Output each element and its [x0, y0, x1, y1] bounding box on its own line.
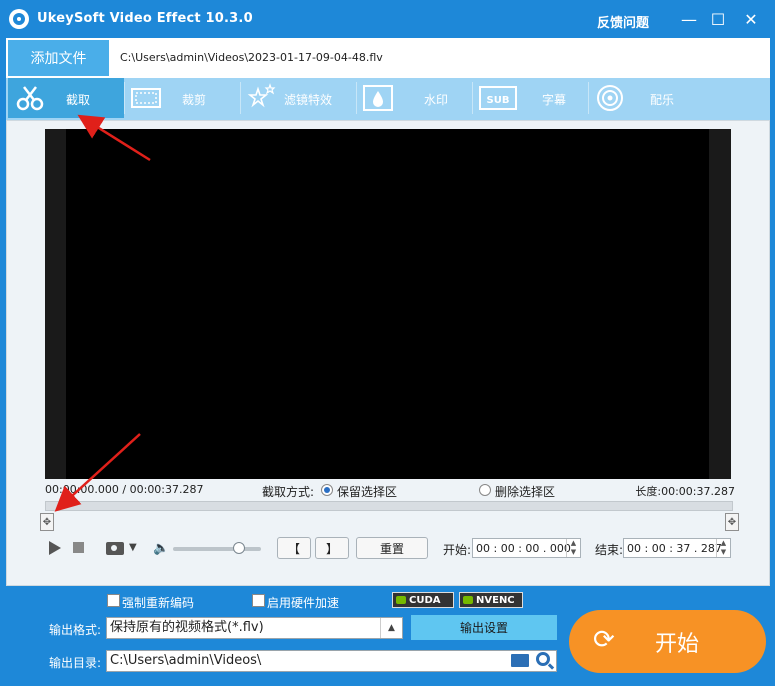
reset-button[interactable]: 重置 — [356, 537, 428, 559]
length-value: 00:00:37.287 — [661, 485, 735, 498]
delete-selection-label[interactable]: 删除选择区 — [495, 483, 555, 500]
nvenc-label: NVENC — [476, 594, 515, 606]
length-label: 长度: — [635, 485, 662, 498]
delete-selection-radio[interactable] — [479, 484, 491, 496]
output-format-value: 保持原有的视频格式(*.flv) — [110, 620, 264, 635]
minimize-button[interactable]: — — [676, 6, 702, 32]
app-title: UkeySoft Video Effect 10.3.0 — [37, 11, 253, 26]
output-format-select[interactable]: 保持原有的视频格式(*.flv) ▲ — [106, 617, 403, 639]
video-preview[interactable] — [45, 129, 731, 479]
svg-text:SUB: SUB — [487, 95, 510, 106]
force-reencode-checkbox[interactable] — [107, 594, 120, 607]
end-time-spinner[interactable]: ▲ ▼ — [716, 539, 730, 557]
play-icon[interactable] — [49, 541, 61, 555]
hw-accel-label[interactable]: 启用硬件加速 — [267, 594, 339, 611]
snapshot-camera-icon[interactable] — [106, 542, 124, 555]
video-canvas — [66, 129, 709, 479]
crop-icon — [131, 88, 161, 108]
cuda-label: CUDA — [409, 594, 441, 606]
current-time: 00:00:00.000 — [45, 483, 119, 496]
file-row: 添加文件 C:\Users\admin\Videos\2023-01-17-09… — [6, 38, 770, 78]
editor-panel: 00:00:00.000 / 00:00:37.287 截取方式: 保留选择区 … — [6, 120, 770, 586]
output-settings-button[interactable]: 输出设置 — [411, 615, 557, 640]
tab-watermark-label: 水印 — [424, 93, 449, 107]
dropdown-arrow-icon[interactable]: ▲ — [380, 618, 402, 638]
maximize-button[interactable]: ☐ — [705, 6, 731, 32]
chevron-down-icon[interactable]: ▼ — [129, 542, 137, 553]
tab-crop-label: 裁剪 — [182, 93, 207, 107]
start-time-input[interactable]: 00 : 00 : 00 . 000 ▲ ▼ — [472, 538, 581, 558]
convert-icon: ⟳ — [593, 625, 615, 655]
end-time-label: 结束: — [595, 543, 624, 557]
keep-selection-radio[interactable] — [321, 484, 333, 496]
stop-icon[interactable] — [73, 542, 84, 553]
output-format-label: 输出格式: — [49, 623, 102, 637]
tab-crop[interactable]: 裁剪 — [124, 78, 240, 118]
tab-filter-label: 滤镜特效 — [284, 93, 333, 107]
start-time-value: 00 : 00 : 00 . 000 — [476, 541, 571, 555]
file-path: C:\Users\admin\Videos\2023-01-17-09-04-4… — [120, 51, 383, 64]
tab-filter[interactable]: 滤镜特效 — [240, 78, 356, 118]
feedback-link[interactable]: 反馈问题 — [597, 12, 649, 31]
trim-mode-label: 截取方式: — [262, 485, 315, 499]
volume-slider[interactable] — [173, 547, 261, 551]
start-time-label: 开始: — [443, 543, 472, 557]
time-row: 00:00:00.000 / 00:00:37.287 截取方式: 保留选择区 … — [45, 483, 735, 499]
playback-controls: ▼ 🔈 【 】 重置 开始: 00 : 00 : 00 . 000 ▲ ▼ 结束:… — [45, 535, 735, 561]
tab-music-label: 配乐 — [650, 93, 675, 107]
output-dir-input[interactable]: C:\Users\admin\Videos\ — [106, 650, 557, 672]
watermark-icon — [363, 85, 393, 111]
hw-accel-checkbox[interactable] — [252, 594, 265, 607]
trim-start-handle[interactable]: ✥ — [40, 513, 54, 531]
title-bar: UkeySoft Video Effect 10.3.0 反馈问题 — ☐ ✕ — [0, 0, 775, 38]
subtitle-icon: SUB — [479, 86, 517, 110]
music-icon — [597, 85, 623, 111]
search-icon[interactable] — [536, 652, 550, 666]
set-end-button[interactable]: 】 — [315, 537, 349, 559]
set-start-button[interactable]: 【 — [277, 537, 311, 559]
playback-time: 00:00:00.000 / 00:00:37.287 — [45, 483, 204, 496]
tab-subtitle-label: 字幕 — [542, 93, 567, 107]
tab-subtitle[interactable]: SUB 字幕 — [472, 78, 588, 118]
app-logo-icon — [9, 9, 29, 29]
nvenc-badge: NVENC — [459, 592, 523, 608]
add-file-button[interactable]: 添加文件 — [8, 40, 109, 76]
start-time-spinner[interactable]: ▲ ▼ — [566, 539, 580, 557]
timeline-track[interactable] — [45, 501, 733, 511]
cuda-badge: CUDA — [392, 592, 454, 608]
tab-trim-label: 截取 — [66, 93, 91, 107]
length-readout: 长度:00:00:37.287 — [635, 483, 735, 499]
tab-trim[interactable]: 截取 — [8, 78, 124, 118]
keep-selection-label[interactable]: 保留选择区 — [337, 483, 397, 500]
close-button[interactable]: ✕ — [738, 6, 764, 32]
trim-icon — [16, 86, 44, 111]
feature-toolbar: 截取 裁剪 滤镜特效 水印 SUB 字幕 配乐 — [6, 78, 770, 120]
start-button-label: 开始 — [655, 632, 700, 657]
start-button[interactable]: ⟳ 开始 — [569, 610, 766, 673]
output-dir-label: 输出目录: — [49, 656, 102, 670]
trim-end-handle[interactable]: ✥ — [725, 513, 739, 531]
tab-watermark[interactable]: 水印 — [356, 78, 472, 118]
end-time-value: 00 : 00 : 37 . 287 — [627, 541, 722, 555]
filter-icon — [247, 83, 276, 108]
total-time: 00:00:37.287 — [129, 483, 204, 496]
time-separator: / — [118, 483, 130, 496]
volume-knob[interactable] — [233, 542, 245, 554]
output-dir-value: C:\Users\admin\Videos\ — [110, 653, 262, 668]
folder-icon[interactable] — [511, 654, 529, 667]
force-reencode-label[interactable]: 强制重新编码 — [122, 594, 194, 611]
volume-icon[interactable]: 🔈 — [153, 541, 169, 556]
end-time-input[interactable]: 00 : 00 : 37 . 287 ▲ ▼ — [623, 538, 731, 558]
tab-music[interactable]: 配乐 — [588, 78, 704, 118]
